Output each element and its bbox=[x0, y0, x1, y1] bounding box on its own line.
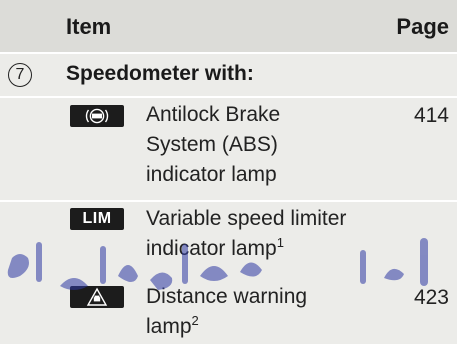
table-header: Item Page bbox=[0, 0, 457, 52]
row-divider bbox=[0, 200, 457, 202]
abs-description: Antilock Brake System (ABS) indicator la… bbox=[146, 103, 281, 186]
column-header-page: Page bbox=[396, 14, 449, 39]
distance-warning-page-number: 423 bbox=[413, 286, 449, 309]
lim-badge: LIM bbox=[70, 208, 124, 230]
distance-warning-description: Distance warning lamp2 bbox=[146, 285, 308, 338]
distance-warning-icon bbox=[70, 286, 124, 308]
column-header-item: Item bbox=[66, 14, 112, 39]
abs-icon bbox=[70, 105, 124, 127]
manual-page: Item Page 7 Speedometer with: Antilock B… bbox=[0, 0, 457, 344]
lim-description: Variable speed limiter indicator lamp1 bbox=[146, 207, 347, 260]
section-title: Speedometer with: bbox=[66, 62, 254, 85]
row-divider bbox=[0, 96, 457, 98]
row-number-badge: 7 bbox=[8, 63, 32, 87]
abs-page-number: 414 bbox=[413, 104, 449, 127]
